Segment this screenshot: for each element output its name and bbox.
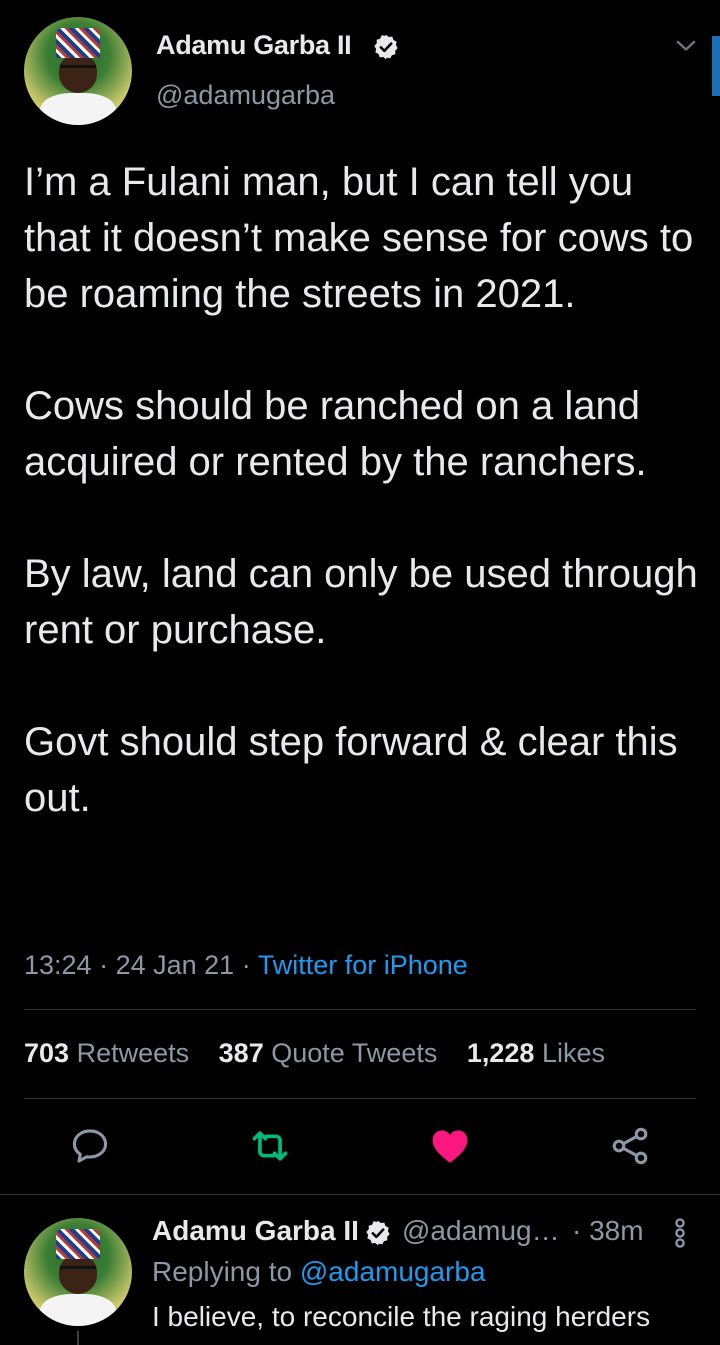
tweet-meta: 13:24 · 24 Jan 21 · Twitter for iPhone [24,950,468,981]
tweet-text: I’m a Fulani man, but I can tell you tha… [24,154,704,826]
likes-stat[interactable]: 1,228 Likes [467,1038,605,1068]
retweets-count: 703 [24,1038,70,1068]
reply-time: · 38m [572,1215,644,1246]
likes-count: 1,228 [466,1038,535,1068]
tweet-paragraph: By law, land can only be used through re… [24,552,698,652]
retweets-stat[interactable]: 703 Retweets [24,1038,189,1068]
quotes-stat[interactable]: 387 Quote Tweets [219,1038,438,1068]
avatar-glasses [59,64,97,74]
tweet-source-link[interactable]: Twitter for iPhone [258,950,468,980]
retweets-label: Retweets [76,1038,190,1068]
avatar-robe [40,1293,116,1326]
replying-mention-link[interactable]: @adamugarba [300,1256,486,1287]
replying-prefix: Replying to [152,1256,300,1287]
main-tweet: Adamu Garba II @adamugarba I’m a Fulani … [0,0,720,1195]
reply-text: I believe, to reconcile the raging herde… [152,1301,651,1332]
reply-icon[interactable] [68,1124,112,1168]
reply-author-name[interactable]: Adamu Garba II [152,1215,359,1247]
author-handle[interactable]: @adamugarba [156,80,335,111]
verified-badge-icon [374,34,398,60]
avatar-glasses [59,1265,97,1275]
tweet-time: 13:24 [24,950,92,980]
meta-separator: · [234,950,258,980]
more-vertical-icon[interactable] [670,1217,690,1249]
tweet-paragraph: Govt should step forward & clear this ou… [24,720,678,820]
tweet-paragraph: I’m a Fulani man, but I can tell you tha… [24,160,694,316]
replying-to: Replying to @adamugarba [152,1256,486,1288]
tweet-stats: 703 Retweets 387 Quote Tweets 1,228 Like… [24,1038,627,1069]
tweet-paragraph: Cows should be ranched on a land acquire… [24,384,647,484]
avatar[interactable] [24,17,132,125]
avatar-robe [40,92,116,125]
avatar-cap [56,1228,100,1260]
quotes-label: Quote Tweets [271,1038,438,1068]
reply-tweet[interactable]: Adamu Garba II @adamug… · 38m Replying t… [0,1195,720,1345]
tweet-date: 24 Jan 21 [115,950,235,980]
avatar-cap [56,27,100,59]
retweet-icon[interactable] [248,1124,292,1168]
divider [24,1098,696,1099]
heart-icon[interactable] [428,1124,472,1168]
thread-line [77,1331,79,1345]
quotes-count: 387 [218,1038,264,1068]
chevron-down-icon[interactable] [672,32,700,60]
verified-badge-icon [366,1220,390,1246]
avatar[interactable] [24,1218,132,1326]
likes-label: Likes [541,1038,605,1068]
meta-separator: · [91,950,116,980]
divider [24,1009,696,1010]
reply-author-handle[interactable]: @adamug… [402,1215,560,1247]
share-icon[interactable] [608,1124,652,1168]
author-name[interactable]: Adamu Garba II [156,30,352,61]
